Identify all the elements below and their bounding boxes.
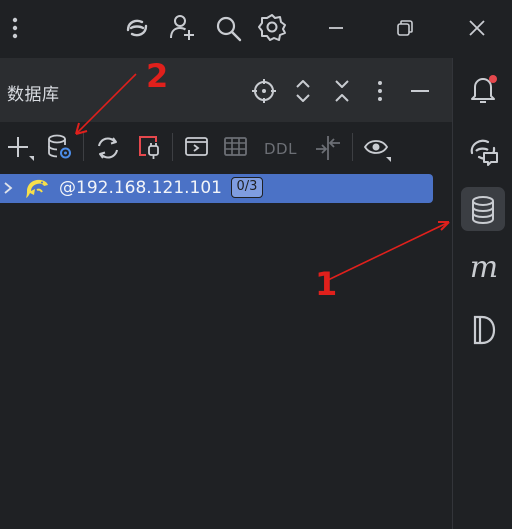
annotation-number-1: 1 — [315, 265, 338, 303]
annotation-arrows — [75, 73, 450, 281]
annotation-number-2: 2 — [146, 57, 169, 95]
